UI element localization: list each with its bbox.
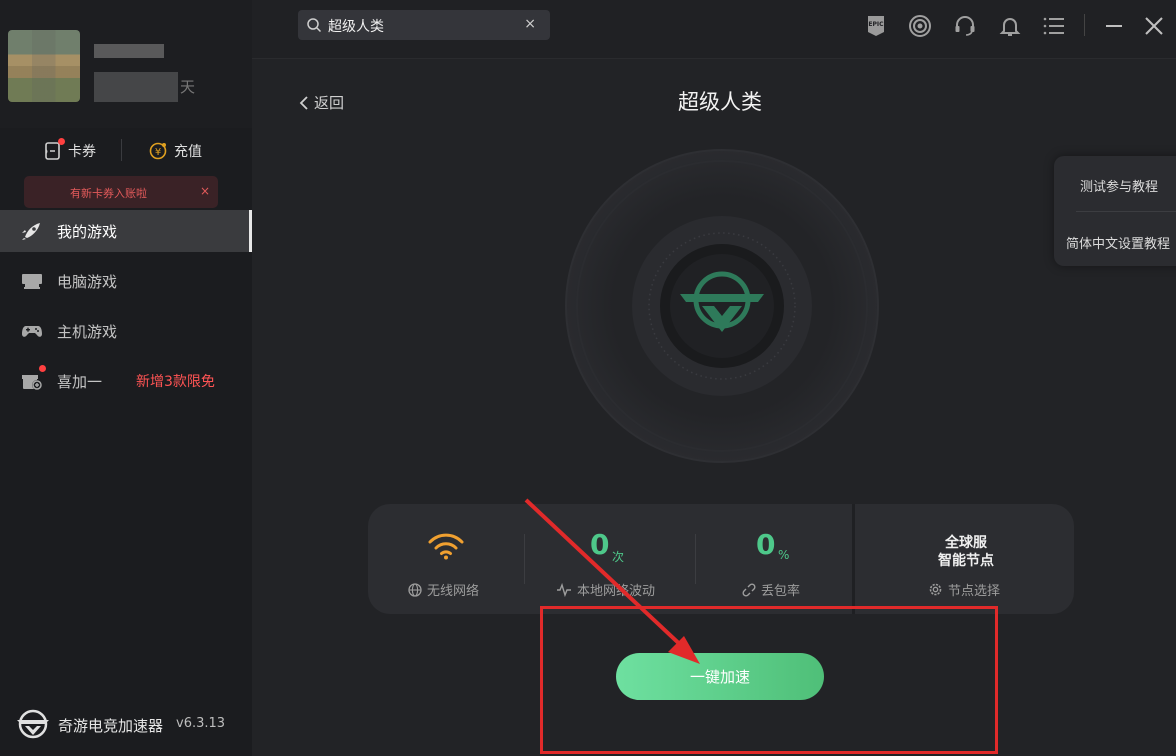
gear-icon <box>929 583 942 596</box>
sidebar-item-label: 我的游戏 <box>57 222 118 241</box>
sidebar-item-label: 电脑游戏 <box>57 272 118 291</box>
chevron-left-icon <box>299 95 308 110</box>
tutorial-link-label: 简体中文设置教程 <box>1066 237 1171 252</box>
tutorial-link-label: 测试参与教程 <box>1080 180 1159 195</box>
sidebar-item-free-games[interactable]: 喜加一 新增3款限免 <box>0 360 252 402</box>
sidebar-item-label: 喜加一 <box>57 372 103 391</box>
broken-link-icon <box>742 582 756 597</box>
fluctuation-value: 0 <box>590 528 610 561</box>
tutorial-panel: 测试参与教程 简体中文设置教程 <box>1054 156 1176 266</box>
pulse-icon <box>557 582 571 597</box>
free-games-promo-badge: 新增3款限免 <box>136 374 215 390</box>
gamepad-icon <box>22 326 42 337</box>
fluctuation-label-row: 本地网络波动 <box>556 580 655 599</box>
wifi-icon <box>428 533 464 560</box>
window-controls-divider <box>1084 14 1085 36</box>
brand-footer: 奇游电竞加速器 v6.3.13 <box>14 708 225 740</box>
packet-loss-unit: % <box>778 548 790 562</box>
packet-loss-label: 丢包率 <box>761 584 801 599</box>
recharge-button[interactable]: ¥ 充值 <box>148 140 202 162</box>
svg-text:EPIC: EPIC <box>868 21 884 28</box>
node-name: 全球服 智能节点 <box>896 534 1036 570</box>
coupon-notification-dot <box>58 138 65 145</box>
wallet-divider <box>121 139 122 161</box>
top-bar: × EPIC <box>252 0 1176 59</box>
version-label: v6.3.13 <box>176 716 226 731</box>
stat-divider <box>852 504 855 614</box>
network-stats-panel: 无线网络 0 次 本地网络波动 0 % 丢包率 全球服 智能节点 节点选择 <box>368 504 1074 614</box>
headset-icon[interactable] <box>953 14 977 38</box>
search-box: × <box>298 10 550 40</box>
steam-icon[interactable] <box>908 14 932 38</box>
monitor-icon <box>22 274 42 289</box>
bell-icon[interactable] <box>998 14 1022 38</box>
close-icon[interactable] <box>1142 14 1166 38</box>
fluctuation-unit: 次 <box>612 550 625 564</box>
user-info-blurred <box>94 72 178 102</box>
packet-loss-value: 0 <box>756 528 776 561</box>
node-type: 智能节点 <box>938 553 994 569</box>
toast-close-button[interactable]: × <box>200 184 210 198</box>
sidebar: 天 卡券 ¥ 充值 有新卡券入账啦 × 我的游戏 电脑游戏 主机游戏 喜加一 新… <box>0 0 252 756</box>
game-logo-rings <box>565 149 879 463</box>
back-label: 返回 <box>314 94 345 112</box>
svg-text:¥: ¥ <box>155 147 161 158</box>
recharge-label: 充值 <box>174 144 202 160</box>
search-clear-button[interactable]: × <box>524 16 536 32</box>
network-type-label-row: 无线网络 <box>408 580 479 599</box>
node-select-label-row: 节点选择 <box>928 580 1000 599</box>
menu-icon[interactable] <box>1042 14 1066 38</box>
user-profile: 天 <box>0 0 252 128</box>
toast-text: 有新卡券入账啦 <box>70 187 147 200</box>
brand-logo-icon <box>17 709 49 739</box>
node-select-stat[interactable]: 全球服 智能节点 节点选择 <box>856 504 1074 614</box>
fluctuation-label: 本地网络波动 <box>577 584 656 599</box>
tutorial-divider <box>1076 211 1176 212</box>
avatar[interactable] <box>8 30 80 102</box>
search-input[interactable] <box>326 15 520 37</box>
node-select-label: 节点选择 <box>948 584 1001 599</box>
tutorial-link-test[interactable]: 测试参与教程 <box>1054 156 1176 211</box>
search-icon <box>307 18 322 33</box>
free-games-notification-dot <box>39 365 46 372</box>
coupon-label: 卡券 <box>68 144 96 160</box>
recharge-icon: ¥ <box>149 142 167 160</box>
network-type-label: 无线网络 <box>427 584 480 599</box>
accelerate-button[interactable]: 一键加速 <box>616 653 824 700</box>
network-type-stat: 无线网络 <box>368 504 524 614</box>
user-suffix: 天 <box>180 78 196 96</box>
minimize-icon[interactable] <box>1102 14 1126 38</box>
back-button[interactable]: 返回 <box>298 92 344 113</box>
fluctuation-stat: 0 次 本地网络波动 <box>525 504 695 614</box>
tutorial-link-chinese[interactable]: 简体中文设置教程 <box>1054 213 1176 268</box>
node-region: 全球服 <box>945 535 987 551</box>
packet-loss-label-row: 丢包率 <box>742 580 800 599</box>
brand-name: 奇游电竞加速器 <box>58 717 164 735</box>
rocket-icon <box>22 223 40 240</box>
globe-icon <box>408 582 422 597</box>
coupon-button[interactable]: 卡券 <box>44 140 96 162</box>
wallet-bar: 卡券 ¥ 充值 <box>0 128 252 174</box>
sidebar-item-pc-games[interactable]: 电脑游戏 <box>0 260 252 302</box>
sidebar-item-label: 主机游戏 <box>57 322 118 341</box>
gift-icon <box>22 375 42 390</box>
sidebar-item-my-games[interactable]: 我的游戏 <box>0 210 252 252</box>
page-title: 超级人类 <box>678 90 762 114</box>
username-blurred <box>94 44 164 58</box>
epic-icon[interactable]: EPIC <box>864 14 888 38</box>
packet-loss-stat: 0 % 丢包率 <box>696 504 852 614</box>
sidebar-item-console-games[interactable]: 主机游戏 <box>0 310 252 352</box>
new-coupon-toast: 有新卡券入账啦 × <box>24 176 218 208</box>
